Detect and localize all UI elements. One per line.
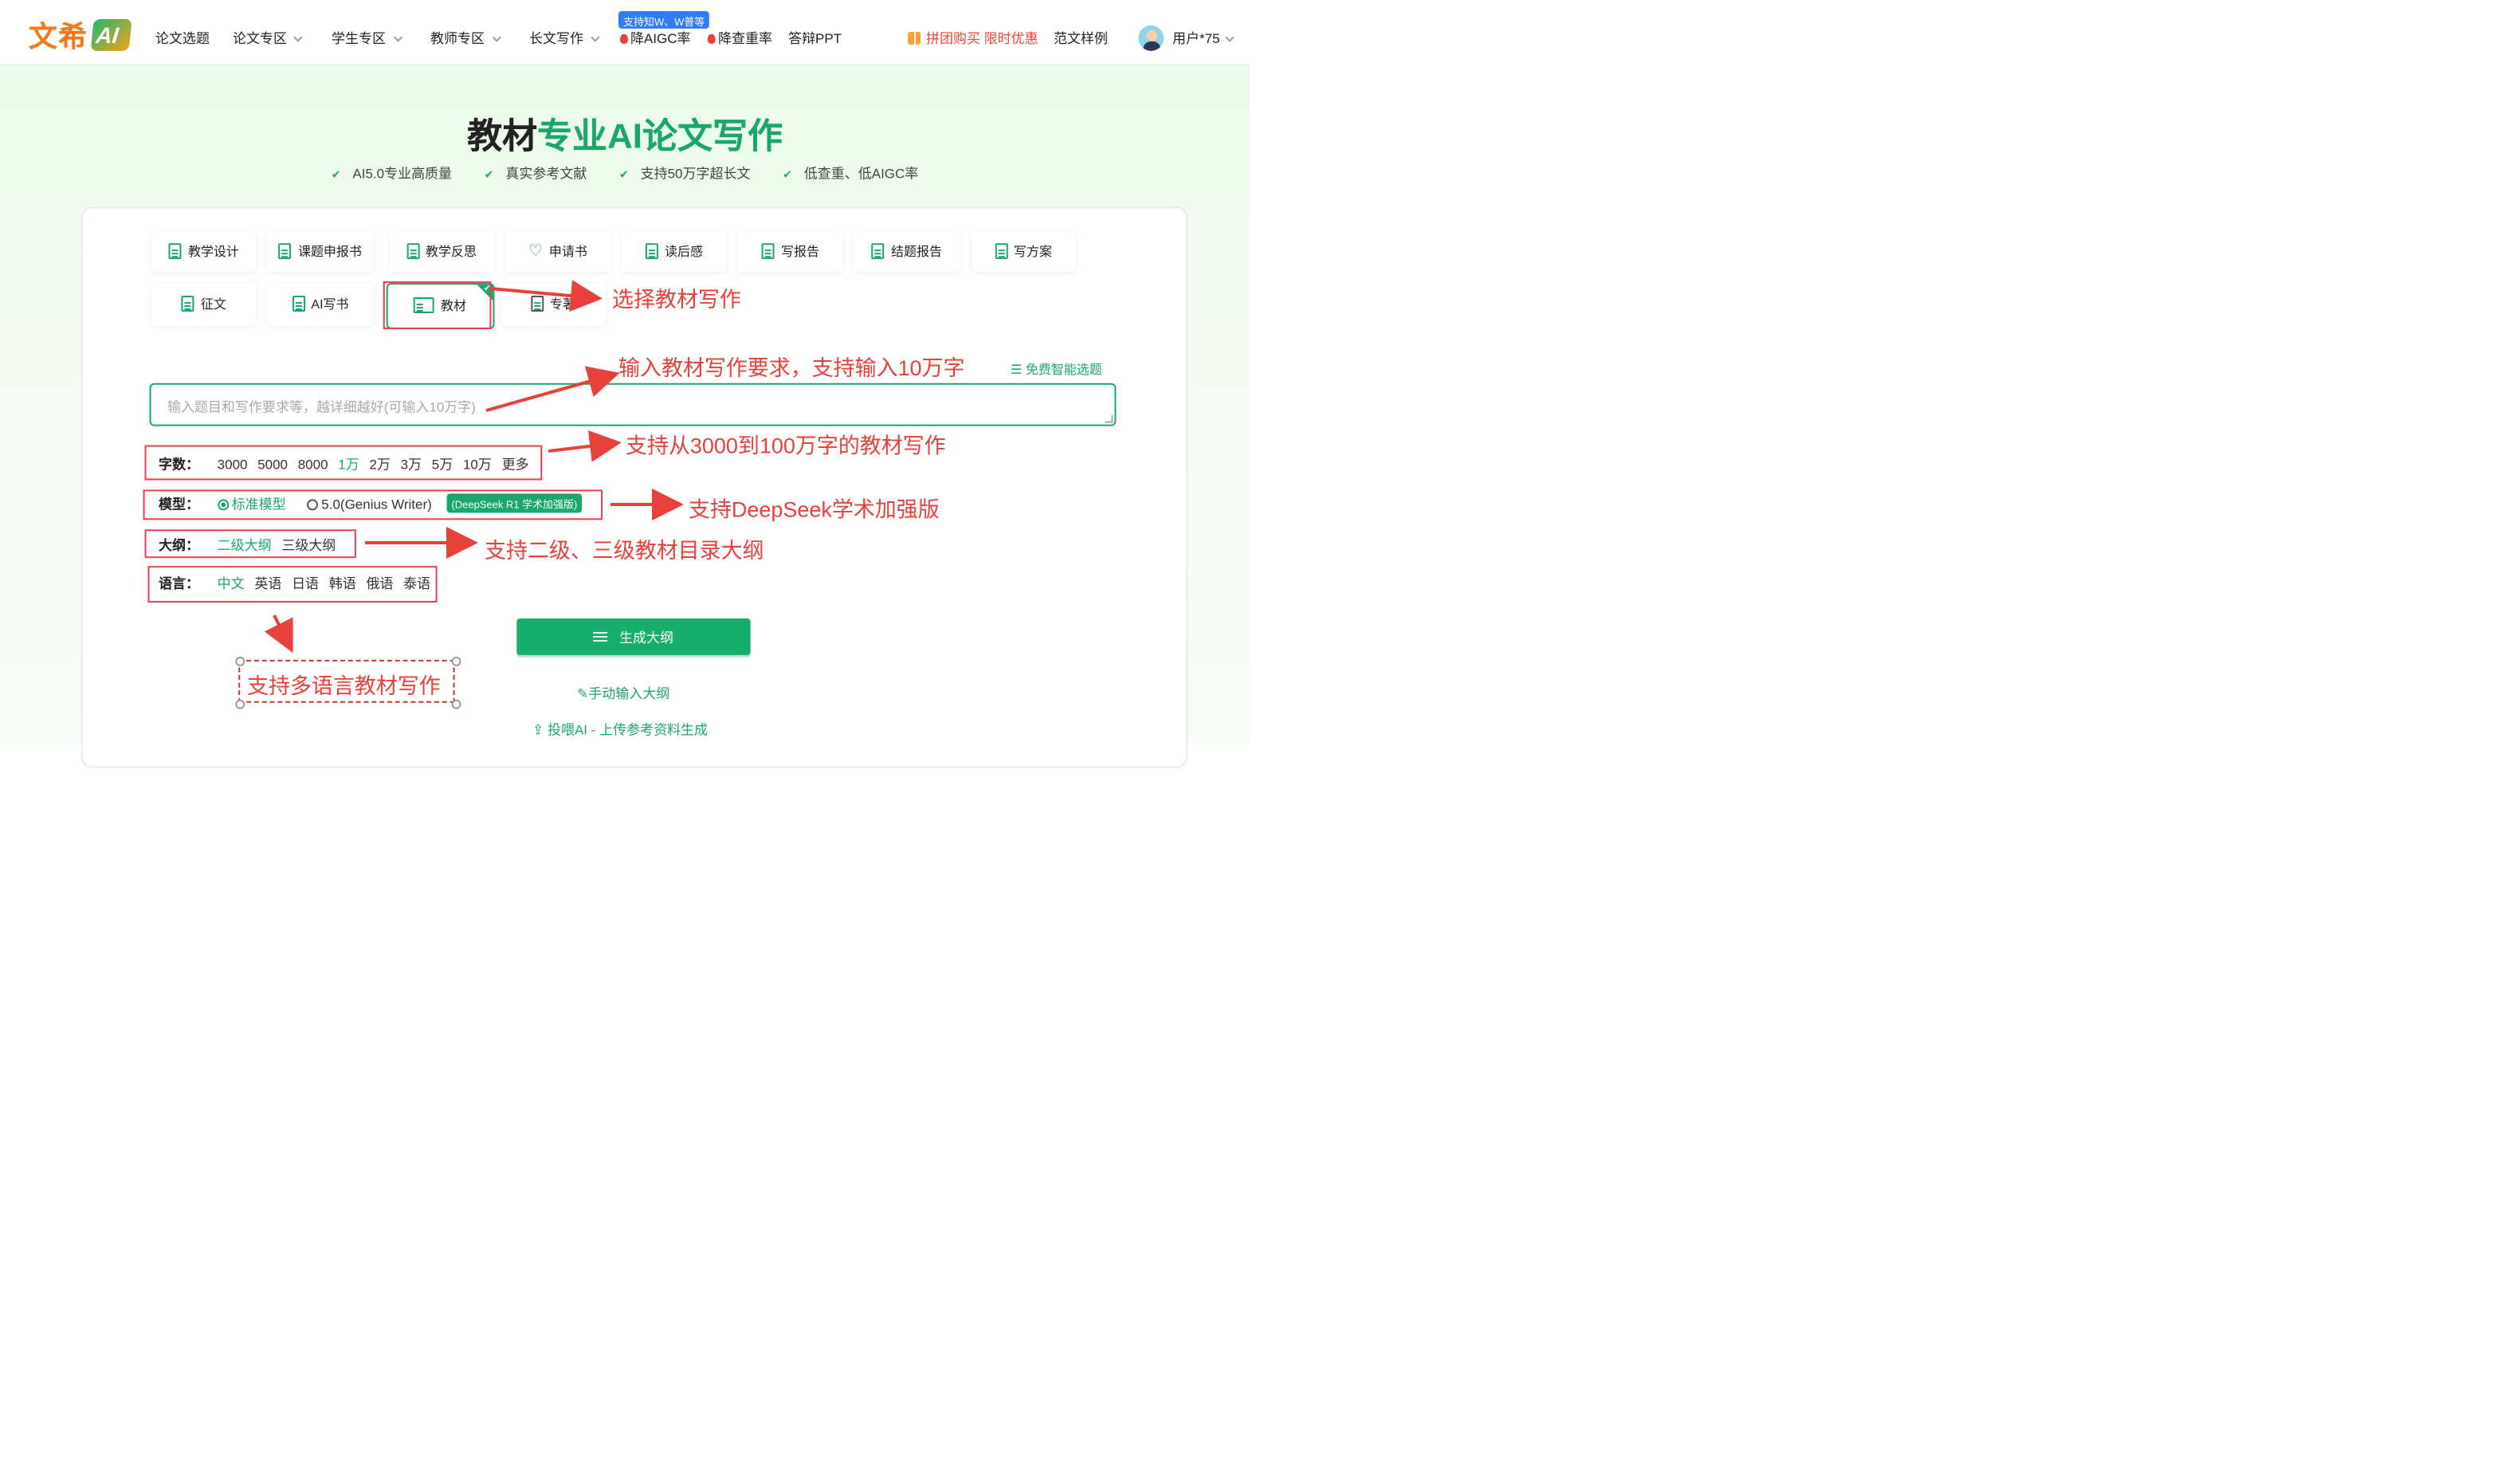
annotation-language: 支持多语言教材写作 [246,673,441,698]
resize-handle[interactable] [451,699,461,709]
annotation-outline: 支持二级、三级教材目录大纲 [485,538,764,563]
resize-handle[interactable] [234,699,245,709]
arrow-to-words-note [548,430,622,462]
annotation-input: 输入教材写作要求，支持输入10万字 [618,355,965,379]
arrow-to-input-note [485,366,620,412]
arrow-to-language-note [264,614,293,654]
annotation-choose: 选择教材写作 [612,288,741,312]
annotation-model: 支持DeepSeek学术加强版 [689,497,940,521]
resize-handle[interactable] [451,657,461,666]
arrow-to-choose-note [490,280,603,312]
resize-handle[interactable] [234,657,245,666]
annotation-words: 支持从3000到100万字的教材写作 [626,434,946,458]
